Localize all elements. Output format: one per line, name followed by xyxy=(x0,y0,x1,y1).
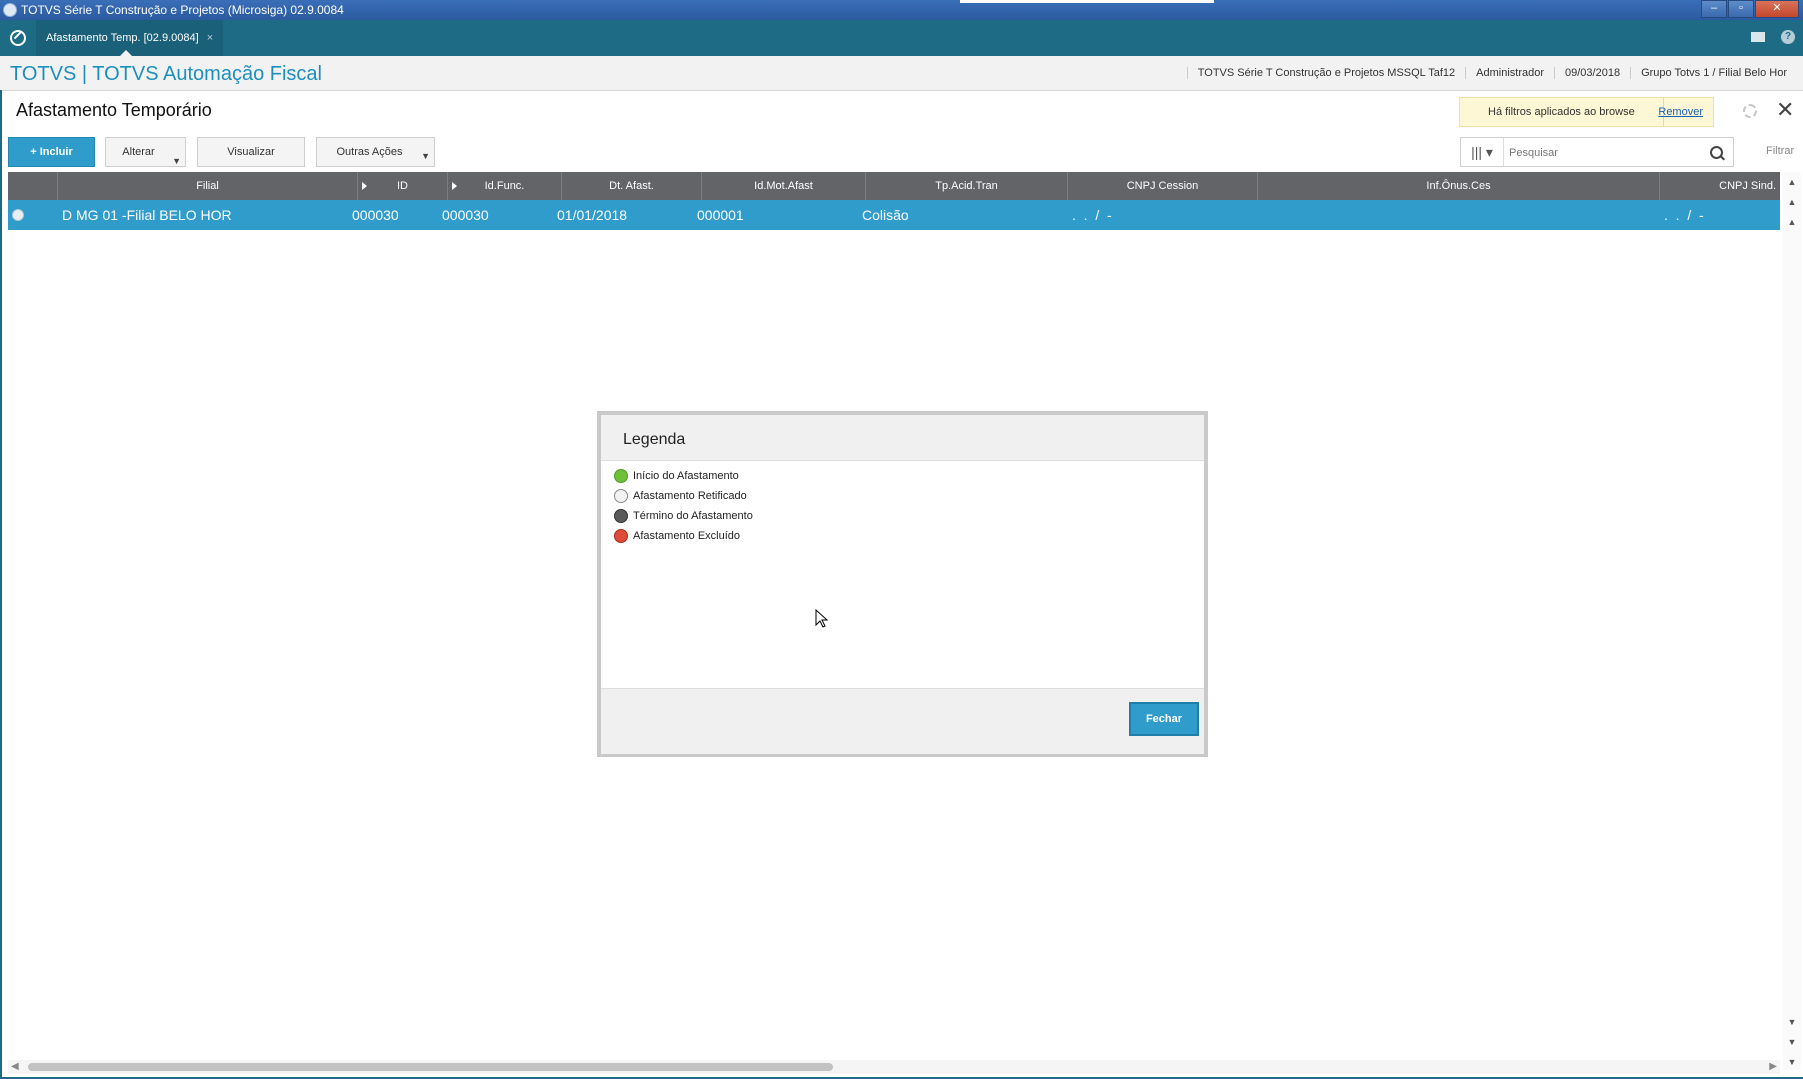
window-left-border xyxy=(0,90,2,1079)
column-header-status[interactable] xyxy=(8,172,58,200)
red-status-icon xyxy=(614,529,628,543)
date-label: 09/03/2018 xyxy=(1554,67,1630,79)
column-header-id-func[interactable]: Id.Func. xyxy=(448,172,562,200)
title-bar-field xyxy=(960,0,1214,3)
cell-cnpj-sind: . . / - xyxy=(1664,207,1704,223)
cell-id: 000030 xyxy=(352,207,399,223)
mouse-cursor-icon xyxy=(815,609,829,628)
chevron-down-icon[interactable]: ▼ xyxy=(421,142,430,170)
green-status-icon xyxy=(614,469,628,483)
scroll-left-icon[interactable]: ◀ xyxy=(11,1060,19,1074)
column-arrow-icon xyxy=(452,182,457,190)
column-header-tp-acid-tran[interactable]: Tp.Acid.Tran xyxy=(866,172,1068,200)
brand-header: TOTVS | TOTVS Automação Fiscal TOTVS Sér… xyxy=(0,56,1803,91)
column-arrow-icon xyxy=(362,182,367,190)
column-header-inf-onus-ces[interactable]: Inf.Ônus.Ces xyxy=(1258,172,1660,200)
maximize-button[interactable]: ▫ xyxy=(1728,0,1754,18)
app-icon xyxy=(3,3,17,17)
window-title: TOTVS Série T Construção e Projetos (Mic… xyxy=(21,3,344,17)
page-title: Afastamento Temporário xyxy=(16,100,212,120)
help-icon[interactable]: ? xyxy=(1781,30,1795,44)
legend-item: Início do Afastamento xyxy=(614,469,753,489)
search-input[interactable] xyxy=(1507,142,1701,164)
column-header-cnpj-cession[interactable]: CNPJ Cession xyxy=(1068,172,1258,200)
column-header-cnpj-sind[interactable]: CNPJ Sind. xyxy=(1660,172,1780,200)
alter-button[interactable]: Alterar ▼ xyxy=(105,137,186,167)
window-close-button[interactable]: ✕ xyxy=(1755,0,1799,18)
filter-link[interactable]: Filtrar xyxy=(1766,145,1794,157)
column-header-id-func-label: Id.Func. xyxy=(484,180,525,192)
cell-id-mot-afast: 000001 xyxy=(697,207,744,223)
scroll-page-down-icon[interactable]: ▼ xyxy=(1786,1036,1798,1048)
legend-item-label: Afastamento Excluído xyxy=(633,530,741,542)
column-header-dt-afast[interactable]: Dt. Afast. xyxy=(562,172,702,200)
other-actions-label: Outras Ações xyxy=(336,146,403,158)
cell-dt-afast: 01/01/2018 xyxy=(557,207,628,223)
other-actions-button[interactable]: Outras Ações ▼ xyxy=(316,137,435,167)
view-button[interactable]: Visualizar xyxy=(197,137,305,167)
close-page-icon[interactable]: ✕ xyxy=(1776,99,1794,121)
legend-item-label: Término do Afastamento xyxy=(633,510,753,522)
legend-list: Início do Afastamento Afastamento Retifi… xyxy=(614,469,753,549)
mail-icon[interactable] xyxy=(1751,32,1765,42)
horizontal-scrollbar[interactable]: ◀ ▶ xyxy=(8,1060,1780,1074)
legend-item-label: Afastamento Retificado xyxy=(633,490,747,502)
search-box: ||| ▾ xyxy=(1460,137,1734,167)
gear-icon[interactable] xyxy=(1743,104,1757,118)
filter-notice: Há filtros aplicados ao browse Remover xyxy=(1459,97,1714,127)
legend-dialog-footer: Fechar xyxy=(601,688,1204,754)
brand-title: TOTVS | TOTVS Automação Fiscal xyxy=(10,63,322,85)
alter-button-label: Alterar xyxy=(122,146,155,158)
column-header-filial[interactable]: Filial xyxy=(58,172,358,200)
cell-tp-acid-tran: Colisão xyxy=(862,207,909,223)
column-header-id-label: ID xyxy=(397,180,408,192)
window-controls: – ▫ ✕ xyxy=(1700,0,1799,18)
chevron-down-icon[interactable]: ▼ xyxy=(172,147,181,175)
tab-close-icon[interactable]: × xyxy=(207,32,213,44)
legend-dialog: Legenda Início do Afastamento Afastament… xyxy=(597,411,1208,757)
grid-header: Filial ID Id.Func. Dt. Afast. Id.Mot.Afa… xyxy=(8,172,1780,200)
columns-icon[interactable]: ||| ▾ xyxy=(1461,138,1504,166)
environment-label: TOTVS Série T Construção e Projetos MSSQ… xyxy=(1186,67,1465,79)
legend-item-label: Início do Afastamento xyxy=(633,470,739,482)
scroll-page-up-icon[interactable]: ▲ xyxy=(1786,196,1798,208)
black-status-icon xyxy=(614,509,628,523)
legend-item: Afastamento Retificado xyxy=(614,489,753,509)
branch-label: Grupo Totvs 1 / Filial Belo Hor xyxy=(1630,67,1797,79)
window-title-bar: TOTVS Série T Construção e Projetos (Mic… xyxy=(0,0,1803,20)
column-header-id[interactable]: ID xyxy=(358,172,448,200)
scroll-top-icon[interactable]: ▲ xyxy=(1786,176,1798,188)
scroll-up-icon[interactable]: ▲ xyxy=(1786,216,1798,228)
legend-item: Afastamento Excluído xyxy=(614,529,753,549)
horizontal-scroll-thumb[interactable] xyxy=(28,1063,833,1071)
search-icon[interactable] xyxy=(1710,146,1723,159)
column-header-id-mot-afast[interactable]: Id.Mot.Afast xyxy=(702,172,866,200)
remove-filter-link[interactable]: Remover xyxy=(1658,106,1703,118)
table-row[interactable]: D MG 01 -Filial BELO HOR 000030 000030 0… xyxy=(8,200,1780,230)
cell-filial: D MG 01 -Filial BELO HOR xyxy=(62,207,232,223)
filter-notice-text: Há filtros aplicados ao browse xyxy=(1488,106,1635,118)
user-label: Administrador xyxy=(1465,67,1554,79)
scroll-right-icon[interactable]: ▶ xyxy=(1769,1060,1777,1074)
cell-cnpj-cession: . . / - xyxy=(1072,207,1112,223)
cell-id-func: 000030 xyxy=(442,207,489,223)
minimize-button[interactable]: – xyxy=(1701,0,1727,18)
scroll-bottom-icon[interactable]: ▼ xyxy=(1786,1056,1798,1068)
scroll-down-icon[interactable]: ▼ xyxy=(1786,1016,1798,1028)
white-status-icon xyxy=(614,489,628,503)
legend-dialog-title: Legenda xyxy=(623,431,686,448)
include-button[interactable]: + Incluir xyxy=(8,137,95,167)
home-icon[interactable] xyxy=(10,30,26,46)
legend-item: Término do Afastamento xyxy=(614,509,753,529)
close-dialog-button[interactable]: Fechar xyxy=(1129,702,1199,736)
legend-dialog-header: Legenda xyxy=(601,415,1204,461)
vertical-scrollbar[interactable]: ▲ ▲ ▲ ▼ ▼ ▼ xyxy=(1783,172,1801,1070)
tab-label: Afastamento Temp. [02.9.0084] xyxy=(46,32,199,44)
tab-bar: Afastamento Temp. [02.9.0084] × ? xyxy=(0,20,1803,56)
session-info: TOTVS Série T Construção e Projetos MSSQ… xyxy=(1186,67,1797,79)
status-legend-icon[interactable] xyxy=(12,209,24,221)
